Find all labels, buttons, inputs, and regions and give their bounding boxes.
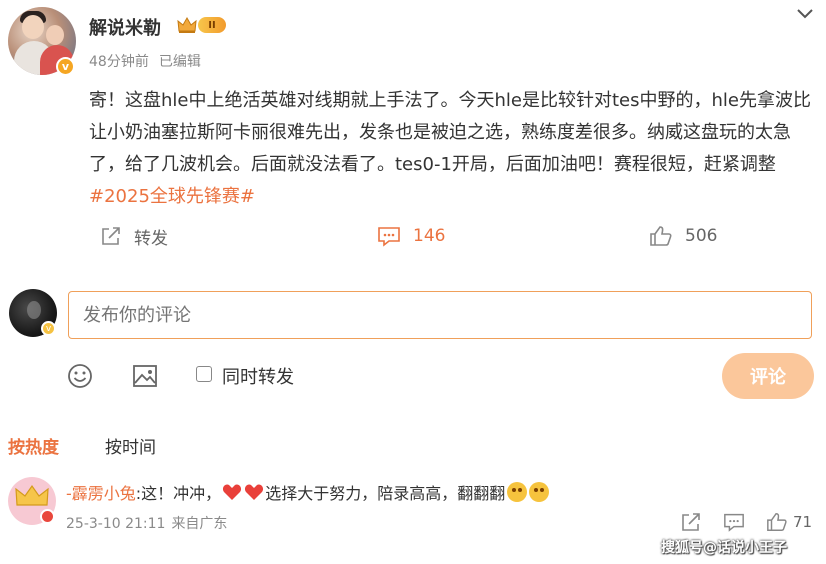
like-count: 506 bbox=[685, 226, 718, 246]
avatar-figure bbox=[22, 15, 44, 39]
repost-label[interactable]: 同时转发 bbox=[222, 363, 294, 389]
forward-label: 转发 bbox=[134, 228, 168, 249]
verified-badge-icon: v bbox=[56, 57, 75, 76]
edited-label: 已编辑 bbox=[158, 54, 201, 70]
post-meta: 48分钟前 已编辑 bbox=[89, 51, 201, 71]
level-badge: II bbox=[198, 17, 226, 33]
chevron-down-icon[interactable] bbox=[793, 4, 817, 24]
heart-icon bbox=[223, 484, 242, 500]
source-watermark: 搜狐号@话说小王子 bbox=[661, 540, 787, 556]
sort-by-time-tab[interactable]: 按时间 bbox=[105, 433, 156, 458]
emoji-icon[interactable] bbox=[66, 362, 94, 390]
comment-button[interactable]: 146 bbox=[377, 222, 445, 250]
comment-text-part: 选择大于努力，陪录高高，翻翻翻 bbox=[265, 484, 506, 503]
grin-emoji-icon bbox=[507, 482, 528, 502]
hashtag-link[interactable]: #2025全球先锋赛# bbox=[89, 186, 255, 207]
comment-count: 146 bbox=[413, 226, 446, 246]
repost-checkbox[interactable] bbox=[196, 366, 212, 382]
like-button[interactable]: 506 bbox=[649, 222, 717, 250]
commenter-name[interactable]: -霹雳小兔 bbox=[66, 480, 136, 504]
sort-by-hot-tab[interactable]: 按热度 bbox=[8, 433, 59, 458]
share-icon bbox=[102, 227, 120, 245]
comment-icon bbox=[378, 227, 400, 247]
post-time[interactable]: 48分钟前 bbox=[89, 54, 149, 70]
comment-like-count: 71 bbox=[793, 513, 813, 531]
thumbs-up-icon bbox=[650, 226, 672, 246]
author-name[interactable]: 解说米勒 bbox=[89, 14, 161, 40]
comment-share-icon[interactable] bbox=[680, 511, 702, 533]
crown-icon bbox=[15, 484, 49, 506]
image-icon[interactable] bbox=[131, 362, 159, 390]
avatar-figure bbox=[46, 25, 64, 45]
comment-text-part: :这！冲冲， bbox=[135, 484, 222, 503]
comment-date: 25-3-10 21:11 bbox=[66, 516, 166, 532]
forward-button[interactable]: 转发 bbox=[100, 222, 168, 250]
comment-reply-icon[interactable] bbox=[723, 511, 745, 533]
comment-text: -霹雳小兔 :这！冲冲， 选择大于努力，陪录高高，翻翻翻 bbox=[66, 480, 550, 504]
grin-emoji-icon bbox=[529, 482, 550, 502]
comment-location: 来自广东 bbox=[171, 516, 228, 532]
avatar-figure bbox=[27, 301, 41, 319]
post-text: 寄！这盘hle中上绝活英雄对线期就上手法了。今天hle是比较针对tes中野的，h… bbox=[89, 90, 811, 175]
heart-icon bbox=[245, 484, 264, 500]
post-body: 寄！这盘hle中上绝活英雄对线期就上手法了。今天hle是比较针对tes中野的，h… bbox=[89, 85, 817, 213]
crown-icon bbox=[177, 16, 197, 33]
commenter-badge-icon bbox=[40, 509, 55, 524]
comment-thumbs-up-icon[interactable] bbox=[766, 511, 788, 533]
comment-input[interactable] bbox=[68, 291, 812, 339]
submit-comment-button[interactable]: 评论 bbox=[722, 353, 814, 399]
member-badge-icon: v bbox=[41, 321, 56, 336]
comment-meta: 25-3-10 21:11 来自广东 bbox=[66, 513, 227, 533]
